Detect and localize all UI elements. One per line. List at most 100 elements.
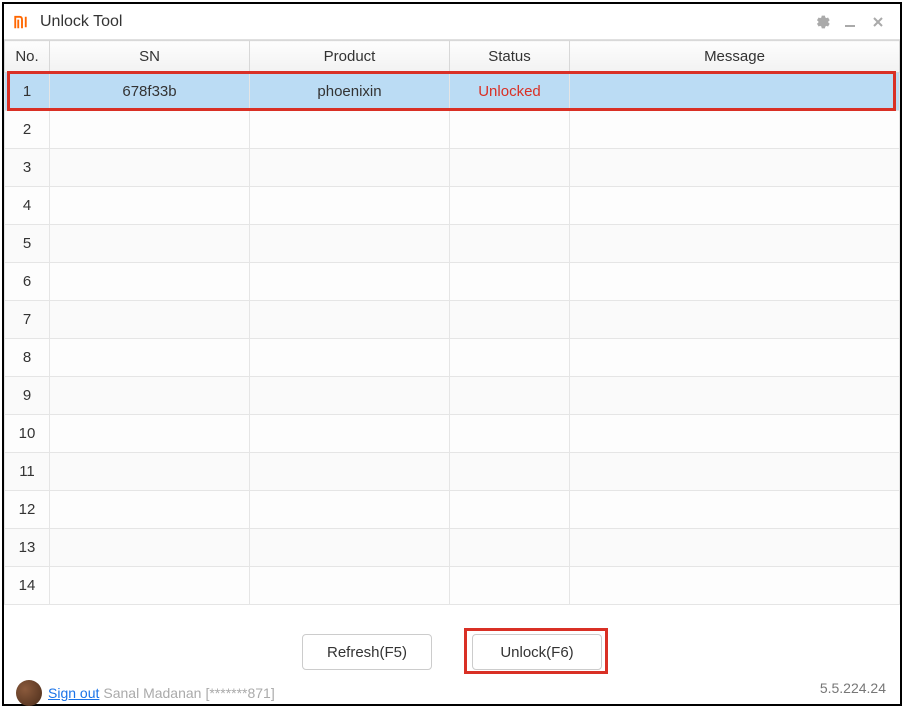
cell-product (250, 377, 450, 415)
settings-button[interactable] (808, 8, 836, 36)
table-row[interactable]: 3 (5, 149, 900, 187)
user-masked-id: [*******871] (205, 685, 274, 701)
cell-message (570, 73, 900, 111)
cell-sn (50, 187, 250, 225)
cell-status: Unlocked (450, 73, 570, 111)
table-row[interactable]: 6 (5, 263, 900, 301)
refresh-button[interactable]: Refresh(F5) (302, 634, 432, 670)
table-row[interactable]: 7 (5, 301, 900, 339)
cell-no: 9 (5, 377, 50, 415)
col-header-no[interactable]: No. (5, 41, 50, 73)
table-row[interactable]: 12 (5, 491, 900, 529)
cell-status (450, 111, 570, 149)
device-table: No. SN Product Status Message 1678f33bph… (4, 40, 900, 605)
cell-sn (50, 339, 250, 377)
cell-sn (50, 567, 250, 605)
cell-no: 2 (5, 111, 50, 149)
col-header-message[interactable]: Message (570, 41, 900, 73)
cell-sn (50, 529, 250, 567)
cell-status (450, 491, 570, 529)
cell-message (570, 339, 900, 377)
cell-product: phoenixin (250, 73, 450, 111)
cell-no: 10 (5, 415, 50, 453)
cell-status (450, 529, 570, 567)
cell-message (570, 567, 900, 605)
cell-sn (50, 415, 250, 453)
cell-product (250, 491, 450, 529)
device-table-container: No. SN Product Status Message 1678f33bph… (4, 40, 900, 624)
cell-status (450, 339, 570, 377)
col-header-product[interactable]: Product (250, 41, 450, 73)
user-avatar[interactable] (16, 680, 42, 706)
cell-message (570, 149, 900, 187)
cell-no: 13 (5, 529, 50, 567)
version-label: 5.5.224.24 (820, 680, 886, 696)
table-row[interactable]: 13 (5, 529, 900, 567)
cell-sn (50, 225, 250, 263)
cell-status (450, 415, 570, 453)
unlock-button[interactable]: Unlock(F6) (472, 634, 602, 670)
cell-status (450, 187, 570, 225)
cell-sn (50, 377, 250, 415)
titlebar: Unlock Tool (4, 4, 900, 40)
signout-link[interactable]: Sign out (48, 685, 99, 701)
cell-no: 12 (5, 491, 50, 529)
cell-product (250, 415, 450, 453)
minimize-button[interactable] (836, 8, 864, 36)
table-row[interactable]: 4 (5, 187, 900, 225)
table-row[interactable]: 9 (5, 377, 900, 415)
cell-message (570, 377, 900, 415)
cell-no: 5 (5, 225, 50, 263)
cell-product (250, 339, 450, 377)
cell-message (570, 301, 900, 339)
cell-message (570, 453, 900, 491)
table-row[interactable]: 14 (5, 567, 900, 605)
table-row[interactable]: 5 (5, 225, 900, 263)
cell-product (250, 187, 450, 225)
button-row: Refresh(F5) Unlock(F6) (16, 634, 888, 670)
cell-sn (50, 263, 250, 301)
cell-sn (50, 491, 250, 529)
cell-no: 4 (5, 187, 50, 225)
col-header-sn[interactable]: SN (50, 41, 250, 73)
cell-status (450, 263, 570, 301)
app-window: Unlock Tool No. SN Product Status Messag… (2, 2, 902, 706)
user-bar: Sign out Sanal Madanan [*******871] (16, 680, 888, 706)
table-row[interactable]: 1678f33bphoenixinUnlocked (5, 73, 900, 111)
cell-no: 3 (5, 149, 50, 187)
cell-status (450, 567, 570, 605)
mi-logo-icon (12, 12, 32, 32)
cell-message (570, 111, 900, 149)
col-header-status[interactable]: Status (450, 41, 570, 73)
cell-sn (50, 111, 250, 149)
cell-product (250, 263, 450, 301)
close-button[interactable] (864, 8, 892, 36)
cell-no: 8 (5, 339, 50, 377)
cell-status (450, 453, 570, 491)
table-row[interactable]: 11 (5, 453, 900, 491)
table-row[interactable]: 10 (5, 415, 900, 453)
window-title: Unlock Tool (40, 13, 122, 31)
cell-no: 14 (5, 567, 50, 605)
cell-no: 11 (5, 453, 50, 491)
cell-no: 7 (5, 301, 50, 339)
cell-product (250, 453, 450, 491)
cell-product (250, 529, 450, 567)
cell-sn (50, 149, 250, 187)
cell-message (570, 529, 900, 567)
cell-message (570, 263, 900, 301)
cell-status (450, 225, 570, 263)
table-row[interactable]: 8 (5, 339, 900, 377)
cell-status (450, 301, 570, 339)
cell-message (570, 415, 900, 453)
user-name: Sanal Madanan (103, 685, 201, 701)
cell-sn (50, 301, 250, 339)
cell-no: 1 (5, 73, 50, 111)
cell-product (250, 149, 450, 187)
table-row[interactable]: 2 (5, 111, 900, 149)
cell-status (450, 149, 570, 187)
cell-product (250, 301, 450, 339)
cell-message (570, 187, 900, 225)
cell-status (450, 377, 570, 415)
cell-product (250, 567, 450, 605)
